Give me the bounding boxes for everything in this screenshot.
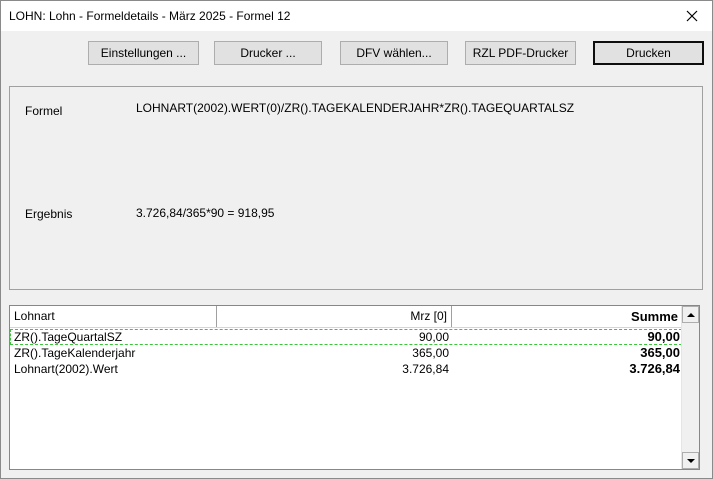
print-button[interactable]: Drucken (593, 41, 704, 65)
row-mrz: 3.726,84 (402, 362, 449, 376)
table-row[interactable]: Lohnart(2002).Wert 3.726,84 3.726,84 (10, 361, 682, 377)
column-header-mrz[interactable]: Mrz [0] (217, 306, 452, 327)
row-lohnart: ZR().TageQuartalSZ (14, 330, 123, 344)
row-lohnart: ZR().TageKalenderjahr (14, 346, 136, 360)
formula-details-window: LOHN: Lohn - Formeldetails - März 2025 -… (0, 0, 713, 479)
row-mrz: 365,00 (412, 346, 449, 360)
formula-label: Formel (25, 104, 63, 118)
window-title: LOHN: Lohn - Formeldetails - März 2025 -… (9, 9, 291, 23)
list-header: Lohnart Mrz [0] Summe (10, 306, 682, 328)
settings-button[interactable]: Einstellungen ... (88, 41, 199, 65)
title-bar: LOHN: Lohn - Formeldetails - März 2025 -… (1, 1, 712, 31)
formula-panel: Formel LOHNART(2002).WERT(0)/ZR().TAGEKA… (9, 86, 703, 290)
dfv-select-button[interactable]: DFV wählen... (340, 41, 448, 65)
row-summe: 3.726,84 (629, 361, 680, 376)
printer-button[interactable]: Drucker ... (214, 41, 322, 65)
arrow-up-icon (686, 312, 695, 317)
arrow-down-icon (686, 458, 695, 463)
result-label: Ergebnis (25, 207, 73, 221)
row-summe: 90,00 (647, 329, 680, 344)
scroll-down-button[interactable] (682, 452, 699, 469)
row-summe: 365,00 (640, 345, 680, 360)
table-row[interactable]: ZR().TageQuartalSZ 90,00 90,00 (10, 329, 682, 345)
column-header-lohnart[interactable]: Lohnart (10, 306, 217, 327)
formula-value: LOHNART(2002).WERT(0)/ZR().TAGEKALENDERJ… (136, 101, 575, 115)
close-icon (686, 10, 698, 22)
vertical-scrollbar[interactable] (681, 306, 699, 469)
column-header-summe[interactable]: Summe (452, 306, 682, 327)
result-value: 3.726,84/365*90 = 918,95 (136, 206, 275, 220)
close-button[interactable] (672, 1, 712, 31)
scroll-up-button[interactable] (682, 306, 699, 323)
rzl-pdf-printer-button[interactable]: RZL PDF-Drucker (465, 41, 576, 65)
wage-type-list[interactable]: Lohnart Mrz [0] Summe ZR().TageQuartalSZ… (9, 305, 700, 470)
row-mrz: 90,00 (418, 330, 449, 344)
row-lohnart: Lohnart(2002).Wert (14, 362, 118, 376)
table-row[interactable]: ZR().TageKalenderjahr 365,00 365,00 (10, 345, 682, 361)
